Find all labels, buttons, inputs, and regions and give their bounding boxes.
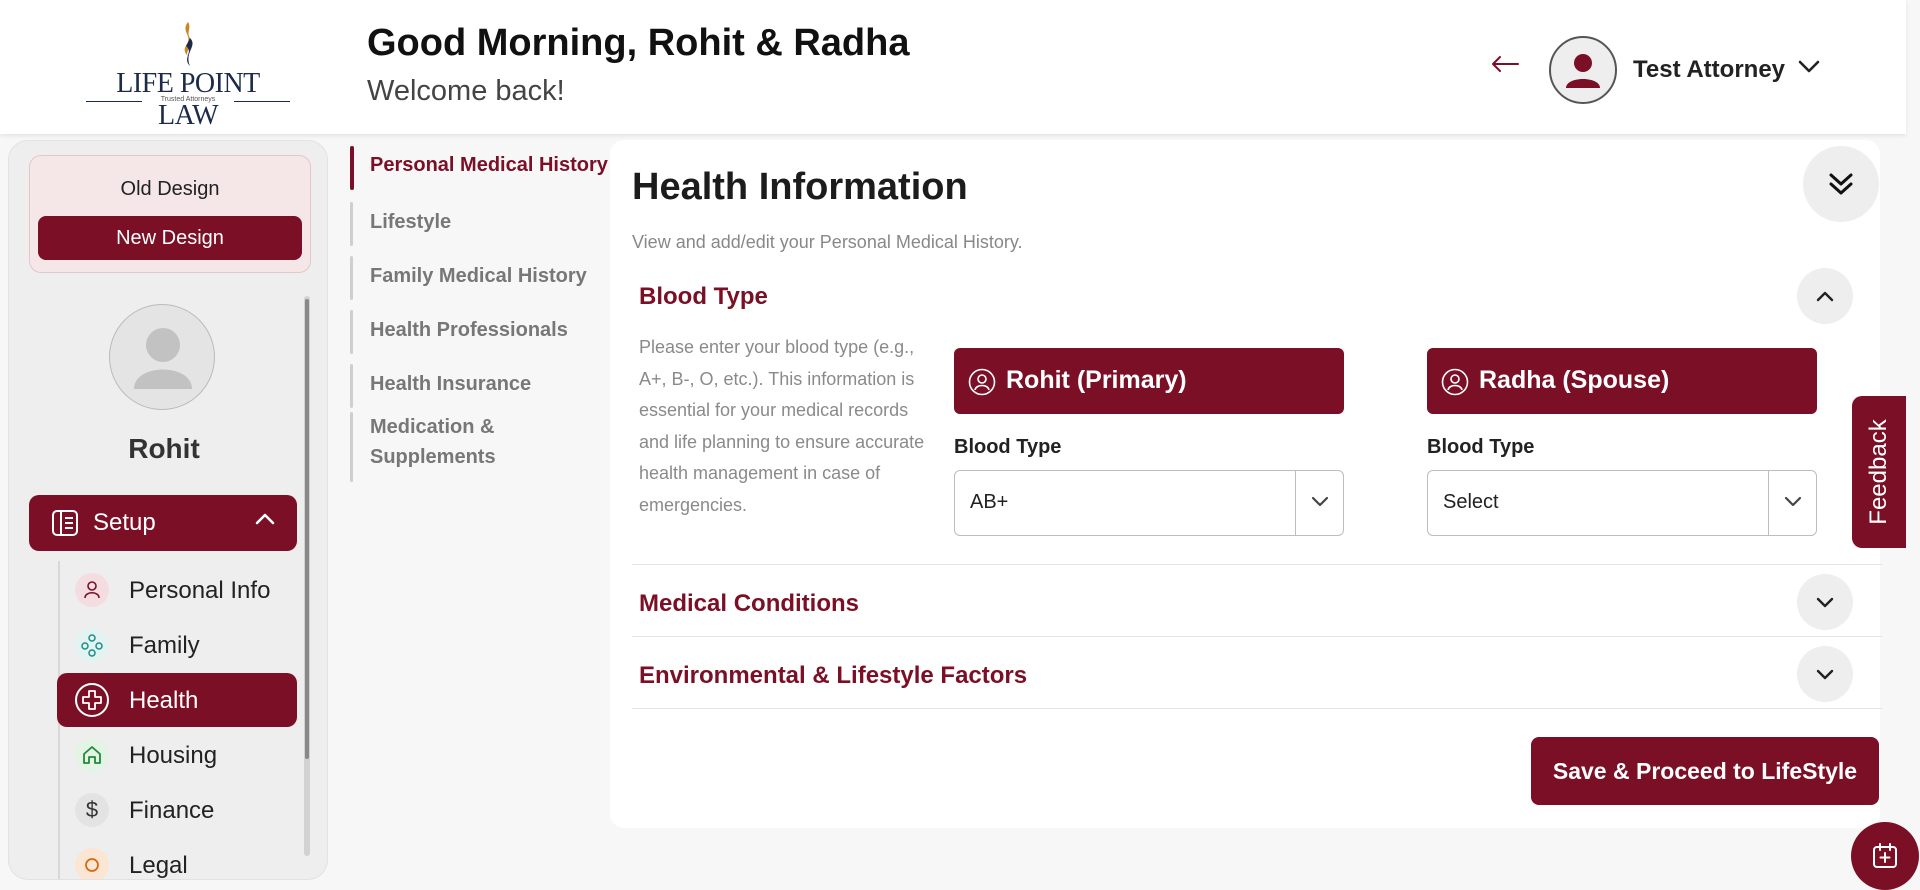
welcome-text: Welcome back! <box>367 75 565 107</box>
feedback-label: Feedback <box>1865 419 1892 525</box>
step-label: Health Professionals <box>370 319 568 341</box>
double-chevron-down-icon <box>1829 173 1853 195</box>
step-lifestyle[interactable]: Lifestyle <box>350 202 610 246</box>
section-title-medical-conditions[interactable]: Medical Conditions <box>639 590 859 618</box>
chevron-down-icon <box>1816 669 1834 680</box>
page-subtitle: View and add/edit your Personal Medical … <box>632 232 1023 252</box>
sidebar-item-label: Legal <box>129 852 188 879</box>
chevron-down-icon <box>1816 597 1834 608</box>
select-divider <box>1295 471 1296 535</box>
user-circle-icon <box>1441 368 1469 396</box>
dollar-icon: $ <box>75 793 109 827</box>
user-avatar[interactable] <box>1549 36 1617 104</box>
sidebar-item-label: Family <box>129 632 200 659</box>
family-icon <box>75 628 109 662</box>
field-label: Blood Type <box>954 436 1062 458</box>
flame-logo-icon <box>184 22 193 66</box>
sidebar-item-label: Personal Info <box>129 577 271 604</box>
chevron-down-icon <box>1784 496 1802 507</box>
life-point-law-logo[interactable]: LIFE POINT LAW Trusted Attorneys <box>86 18 290 131</box>
health-information-card: Health Information View and add/edit you… <box>610 140 1882 828</box>
collapse-all-button[interactable] <box>1803 146 1879 222</box>
section-title-environmental-lifestyle[interactable]: Environmental & Lifestyle Factors <box>639 662 1027 690</box>
person-placeholder-icon <box>134 328 192 389</box>
house-icon <box>75 738 109 772</box>
person-icon <box>75 573 109 607</box>
design-toggle: Old Design New Design <box>29 155 311 273</box>
setup-label: Setup <box>93 509 156 536</box>
health-cross-icon <box>75 683 109 717</box>
sidebar-item-finance[interactable]: $ Finance <box>57 783 297 837</box>
sidebar-item-housing[interactable]: Housing <box>57 728 297 782</box>
field-label: Blood Type <box>1427 436 1535 458</box>
select-divider <box>1768 471 1769 535</box>
save-proceed-button[interactable]: Save & Proceed to LifeStyle <box>1531 737 1879 805</box>
step-label: Health Insurance <box>370 373 532 395</box>
page-title: Health Information <box>632 166 968 208</box>
select-value: AB+ <box>970 491 1009 513</box>
calendar-plus-icon <box>1873 843 1897 868</box>
blood-type-select-spouse[interactable]: Select <box>1427 470 1817 536</box>
blood-type-description: Please enter your blood type (e.g., A+, … <box>639 337 925 515</box>
step-indicator <box>350 146 354 190</box>
floating-add-button[interactable] <box>1851 822 1919 890</box>
step-indicator <box>350 412 353 482</box>
step-label: Family Medical History <box>370 265 587 287</box>
sidebar-item-label: Health <box>129 687 199 714</box>
section-divider <box>632 564 1882 565</box>
medical-conditions-toggle[interactable] <box>1797 574 1853 630</box>
logo-rule-right <box>234 101 290 102</box>
user-circle-icon <box>968 368 996 396</box>
section-divider <box>632 636 1882 637</box>
blood-type-select-primary[interactable]: AB+ <box>954 470 1344 536</box>
select-value: Select <box>1443 491 1499 513</box>
sidebar-item-label: Housing <box>129 742 218 769</box>
step-personal-medical-history[interactable]: Personal Medical History <box>350 146 610 190</box>
blood-type-toggle[interactable] <box>1797 268 1853 324</box>
chevron-down-icon <box>1311 496 1329 507</box>
step-medication-supplements[interactable]: Medication & Supplements <box>350 412 610 482</box>
step-label: Personal Medical History <box>370 154 608 176</box>
setup-list-icon <box>52 510 78 536</box>
legal-icon <box>75 848 109 879</box>
sidebar-item-health[interactable]: Health <box>57 673 297 727</box>
sidebar-item-family[interactable]: Family <box>57 618 297 672</box>
chevron-up-icon <box>255 513 275 525</box>
step-indicator <box>350 256 353 300</box>
sidebar-item-personal-info[interactable]: Personal Info <box>57 563 297 617</box>
chevron-down-icon[interactable] <box>1798 60 1820 74</box>
new-design-button[interactable]: New Design <box>38 216 302 260</box>
step-label: Lifestyle <box>370 211 452 233</box>
old-design-button[interactable]: Old Design <box>30 178 310 201</box>
feedback-tab[interactable]: Feedback <box>1852 396 1906 548</box>
section-title-blood-type[interactable]: Blood Type <box>639 283 768 311</box>
profile-avatar[interactable] <box>109 304 215 410</box>
sidebar-scroll-thumb[interactable] <box>305 299 309 759</box>
step-indicator <box>350 202 353 246</box>
step-health-insurance[interactable]: Health Insurance <box>350 364 610 408</box>
step-family-medical-history[interactable]: Family Medical History <box>350 256 610 300</box>
chevron-up-icon <box>1816 291 1834 302</box>
step-indicator <box>350 310 353 354</box>
sidebar-item-label: Finance <box>129 797 215 824</box>
sidebar-item-legal[interactable]: Legal <box>57 838 297 879</box>
person-name: Radha (Spouse) <box>1479 366 1670 394</box>
user-name[interactable]: Test Attorney <box>1633 56 1785 84</box>
step-label: Medication & Supplements <box>370 416 496 468</box>
step-health-professionals[interactable]: Health Professionals <box>350 310 610 354</box>
environmental-lifestyle-toggle[interactable] <box>1797 646 1853 702</box>
profile-name: Rohit <box>128 433 200 464</box>
top-header: LIFE POINT LAW Trusted Attorneys Good Mo… <box>0 0 1906 134</box>
sidebar: Old Design New Design Rohit Setup Person… <box>8 140 328 880</box>
setup-menu-toggle[interactable]: Setup <box>29 495 297 551</box>
back-arrow-icon[interactable] <box>1490 54 1520 74</box>
person-name: Rohit (Primary) <box>1006 366 1187 394</box>
user-silhouette-icon <box>1566 54 1600 88</box>
person-header: Rohit (Primary) <box>954 348 1344 414</box>
greeting-title: Good Morning, Rohit & Radha <box>367 22 910 64</box>
step-indicator <box>350 364 353 408</box>
section-divider <box>632 708 1882 709</box>
person-header: Radha (Spouse) <box>1427 348 1817 414</box>
